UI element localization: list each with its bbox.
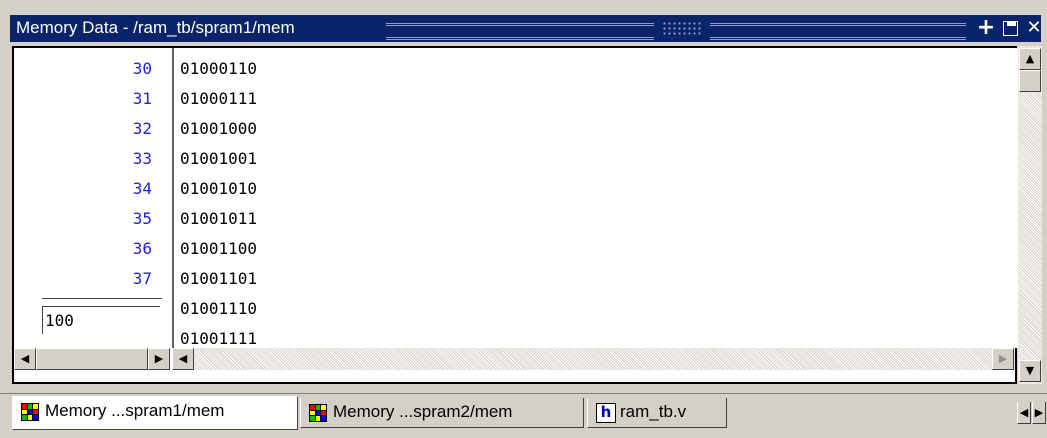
memory-value[interactable]: 01001011 xyxy=(180,204,257,234)
address-cell: 31 xyxy=(132,89,152,108)
address-cell: 33 xyxy=(132,149,152,168)
tab-label: Memory ...spram2/mem xyxy=(333,402,513,421)
memory-grid-icon xyxy=(21,403,39,421)
data-scroll-left-button[interactable]: ◀ xyxy=(172,348,194,370)
address-scroll-right-button[interactable]: ▶ xyxy=(148,348,170,370)
verilog-file-icon: h xyxy=(596,403,616,423)
address-column: 30 31 32 33 34 35 36 37 100 xyxy=(14,48,170,348)
memory-value[interactable]: 01001111 xyxy=(180,324,257,348)
undock-button[interactable] xyxy=(1000,18,1020,38)
memory-value[interactable]: 01001100 xyxy=(180,234,257,264)
address-horizontal-scrollbar[interactable]: ◀ ▶ xyxy=(14,348,170,370)
close-button[interactable]: ✕ xyxy=(1024,18,1044,38)
drag-handle-dots-icon[interactable] xyxy=(662,21,702,35)
data-column: 01000110 01000111 01001000 01001001 0100… xyxy=(174,48,1019,348)
vertical-scrollbar[interactable]: ▲ ▼ xyxy=(1018,46,1042,384)
tab-label: ram_tb.v xyxy=(620,402,687,421)
address-cell: 32 xyxy=(132,119,152,138)
tab-memory-spram2[interactable]: Memory ...spram2/mem xyxy=(300,398,584,428)
goto-address-input[interactable]: 100 xyxy=(42,306,160,334)
vertical-scroll-thumb[interactable] xyxy=(1019,70,1041,92)
address-cell: 37 xyxy=(132,269,152,288)
memory-value[interactable]: 01001110 xyxy=(180,294,257,324)
tab-bar: Memory ...spram1/mem Memory ...spram2/me… xyxy=(0,393,1047,438)
tab-label: Memory ...spram1/mem xyxy=(45,401,225,420)
tab-ram-tb-v[interactable]: h ram_tb.v xyxy=(587,398,727,428)
address-scroll-thumb[interactable] xyxy=(36,348,148,370)
data-horizontal-scrollbar[interactable]: ◀ ▶ xyxy=(172,348,1015,370)
memory-value[interactable]: 01001000 xyxy=(180,114,257,144)
scroll-up-button[interactable]: ▲ xyxy=(1019,48,1041,70)
tab-memory-spram1[interactable]: Memory ...spram1/mem xyxy=(12,396,298,430)
address-cell: 34 xyxy=(132,179,152,198)
address-scroll-left-button[interactable]: ◀ xyxy=(14,348,36,370)
drag-grip-right[interactable] xyxy=(710,23,966,40)
drag-grip-left[interactable] xyxy=(386,23,654,40)
title-bar[interactable]: Memory Data - /ram_tb/spram1/mem + ✕ xyxy=(10,15,1044,42)
memory-value[interactable]: 01001101 xyxy=(180,264,257,294)
address-cell: 35 xyxy=(132,209,152,228)
address-cell: 30 xyxy=(132,59,152,78)
add-pane-button[interactable]: + xyxy=(976,17,996,39)
scroll-down-button[interactable]: ▼ xyxy=(1019,360,1041,382)
window-title: Memory Data - /ram_tb/spram1/mem xyxy=(16,18,295,37)
tab-scroll-right-button[interactable]: ▶ xyxy=(1032,402,1046,424)
undock-icon xyxy=(1003,21,1018,36)
memory-grid-icon xyxy=(309,404,327,422)
memory-data-window: Memory Data - /ram_tb/spram1/mem + ✕ 30 … xyxy=(0,0,1047,438)
memory-value[interactable]: 01001001 xyxy=(180,144,257,174)
memory-value[interactable]: 01000111 xyxy=(180,84,257,114)
memory-view: 30 31 32 33 34 35 36 37 100 01000110 010… xyxy=(12,46,1019,384)
address-cell: 36 xyxy=(132,239,152,258)
address-separator xyxy=(42,298,162,299)
memory-value[interactable]: 01001010 xyxy=(180,174,257,204)
tab-scroll-left-button[interactable]: ◀ xyxy=(1017,402,1031,424)
data-scroll-right-button[interactable]: ▶ xyxy=(992,348,1014,370)
memory-value[interactable]: 01000110 xyxy=(180,54,257,84)
